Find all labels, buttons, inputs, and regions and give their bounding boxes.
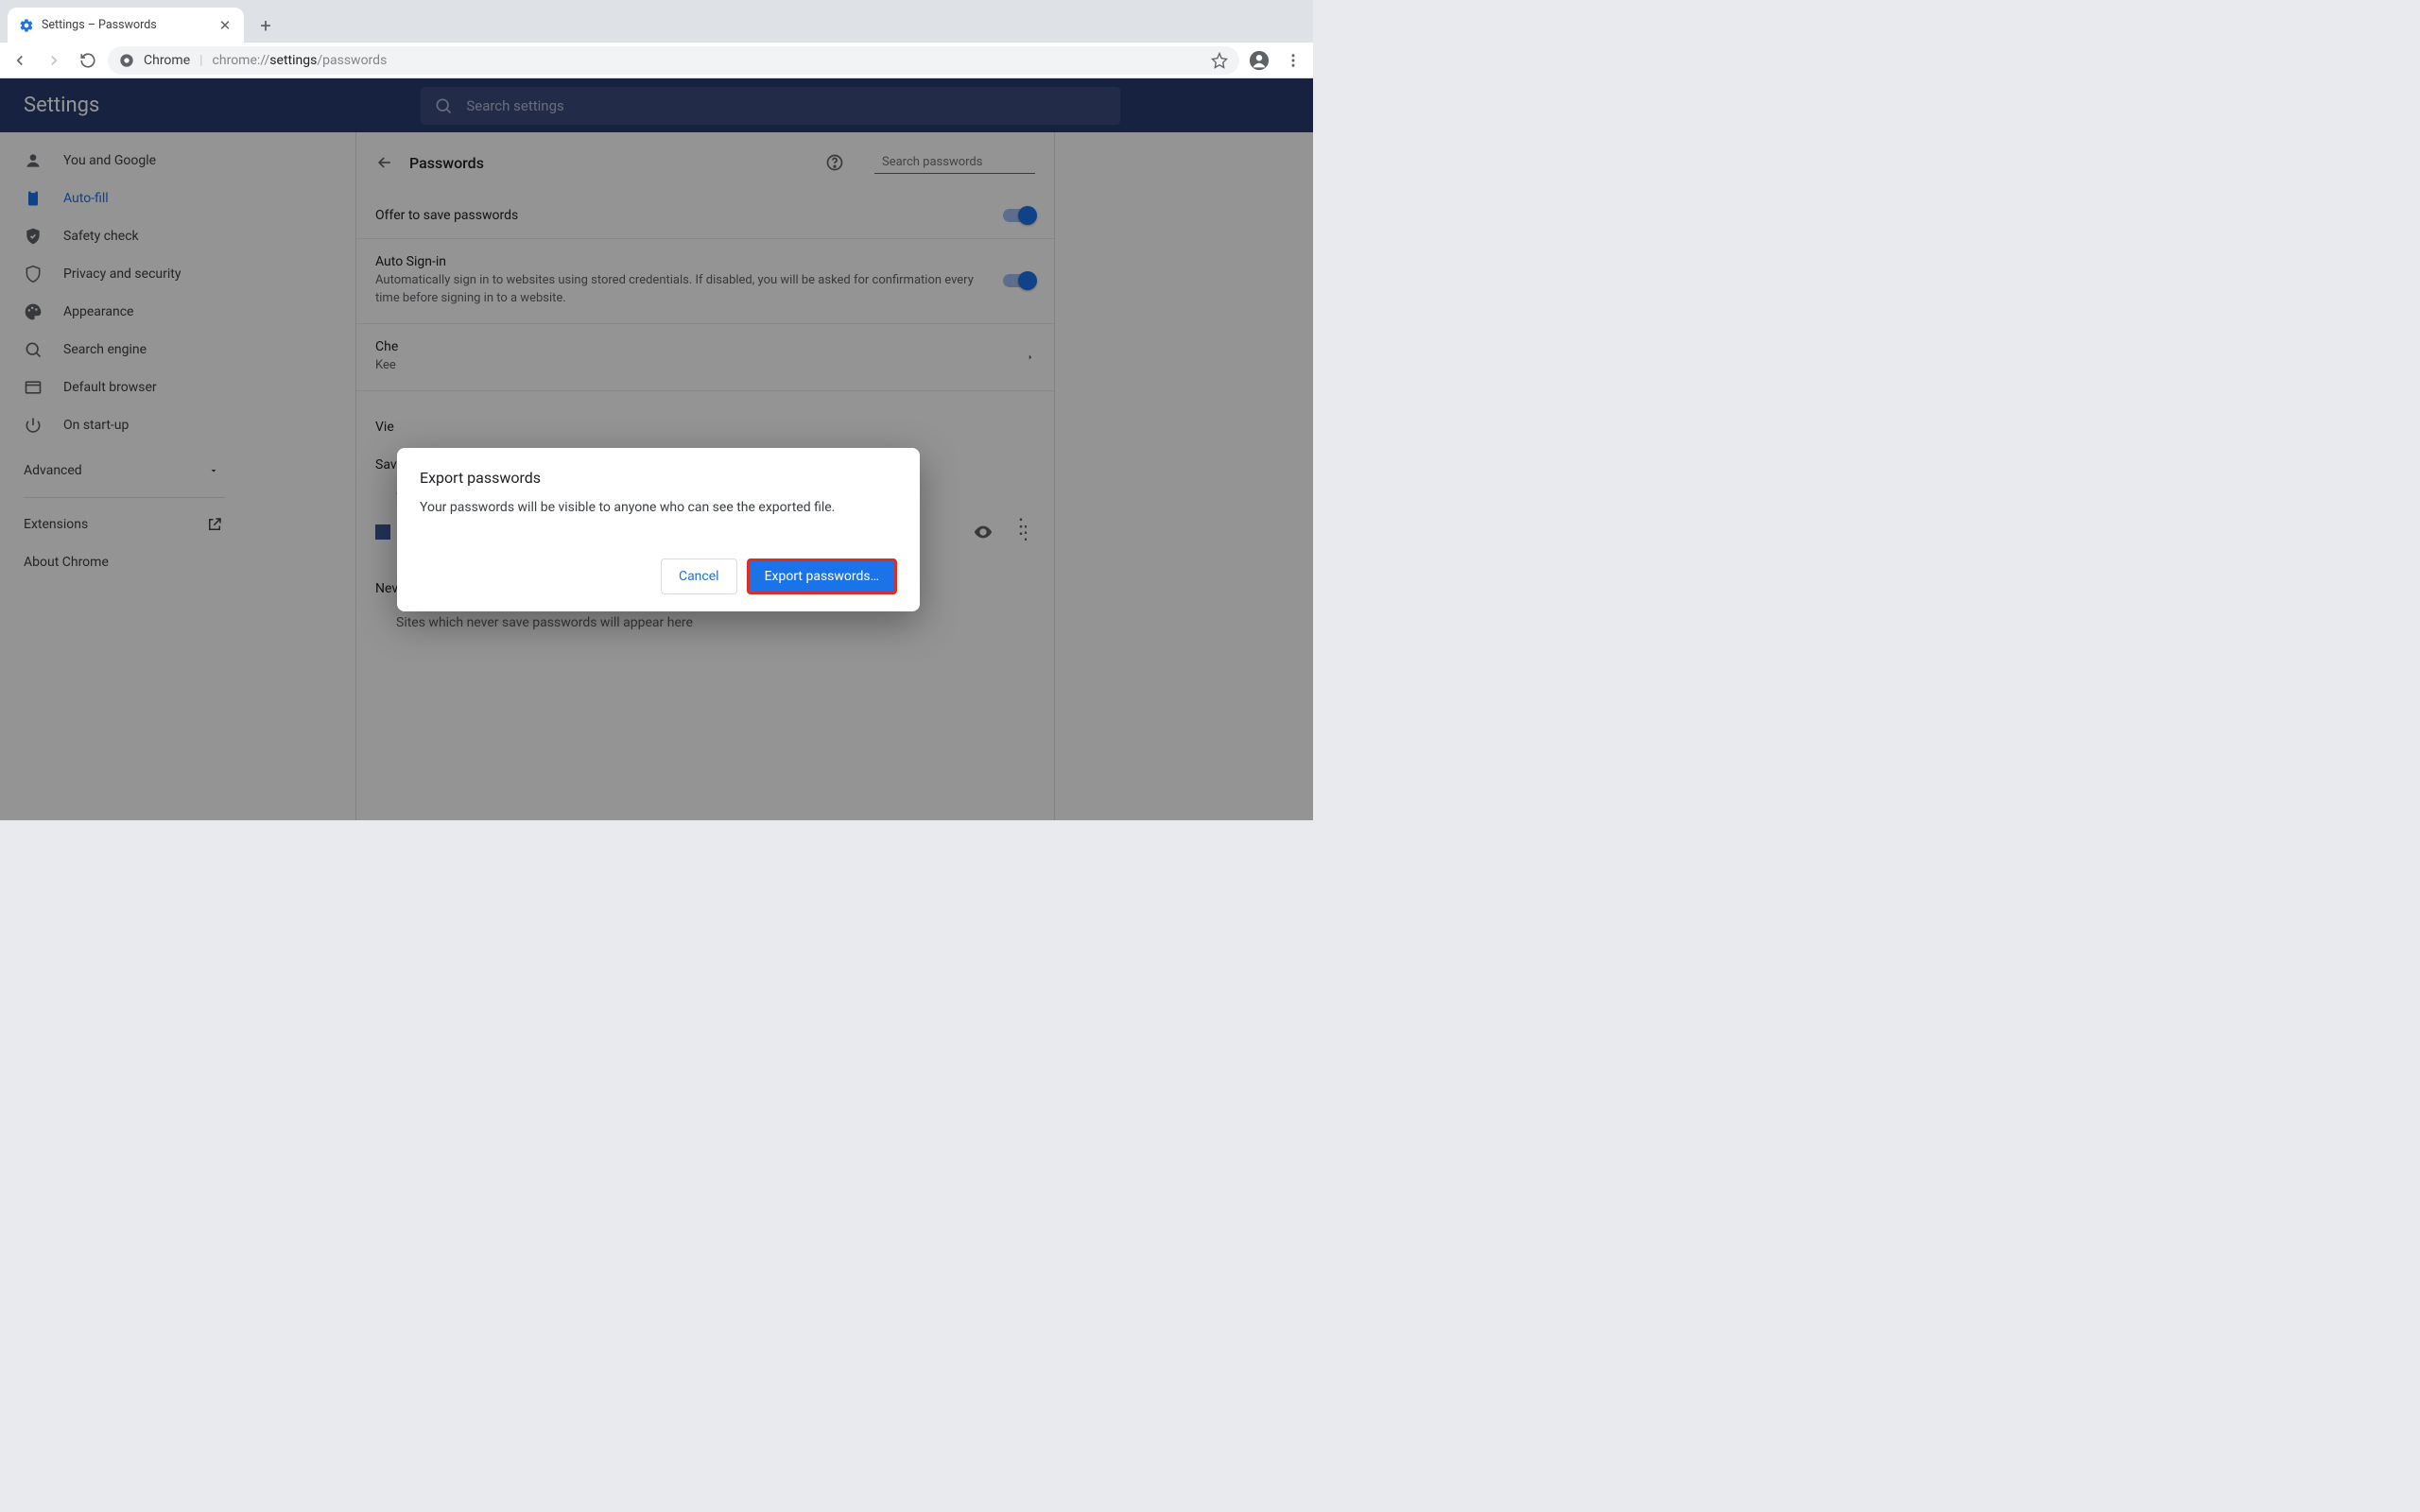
browser-tab[interactable]: Settings – Passwords ✕ bbox=[8, 8, 244, 43]
close-icon[interactable]: ✕ bbox=[217, 18, 233, 33]
profile-button[interactable] bbox=[1245, 46, 1273, 75]
gear-icon bbox=[19, 18, 34, 33]
dialog-body: Your passwords will be visible to anyone… bbox=[420, 500, 897, 515]
export-passwords-dialog: Export passwords Your passwords will be … bbox=[397, 448, 920, 611]
chrome-icon bbox=[119, 53, 134, 68]
cancel-button[interactable]: Cancel bbox=[661, 558, 737, 594]
omnibox-url: chrome://settings/passwords bbox=[213, 53, 388, 68]
omnibox-chip: Chrome bbox=[144, 53, 190, 68]
omnibox[interactable]: Chrome | chrome://settings/passwords bbox=[108, 46, 1239, 75]
browser-toolbar: Chrome | chrome://settings/passwords bbox=[0, 43, 1313, 78]
back-button[interactable] bbox=[6, 46, 34, 75]
menu-button[interactable] bbox=[1279, 46, 1307, 75]
tab-title: Settings – Passwords bbox=[42, 18, 210, 32]
export-passwords-button[interactable]: Export passwords… bbox=[747, 558, 897, 594]
bookmark-star-icon[interactable] bbox=[1211, 52, 1228, 69]
browser-tab-bar: Settings – Passwords ✕ + bbox=[0, 0, 1313, 43]
forward-button[interactable] bbox=[40, 46, 68, 75]
dialog-title: Export passwords bbox=[420, 469, 897, 487]
reload-button[interactable] bbox=[74, 46, 102, 75]
new-tab-button[interactable]: + bbox=[251, 11, 280, 40]
